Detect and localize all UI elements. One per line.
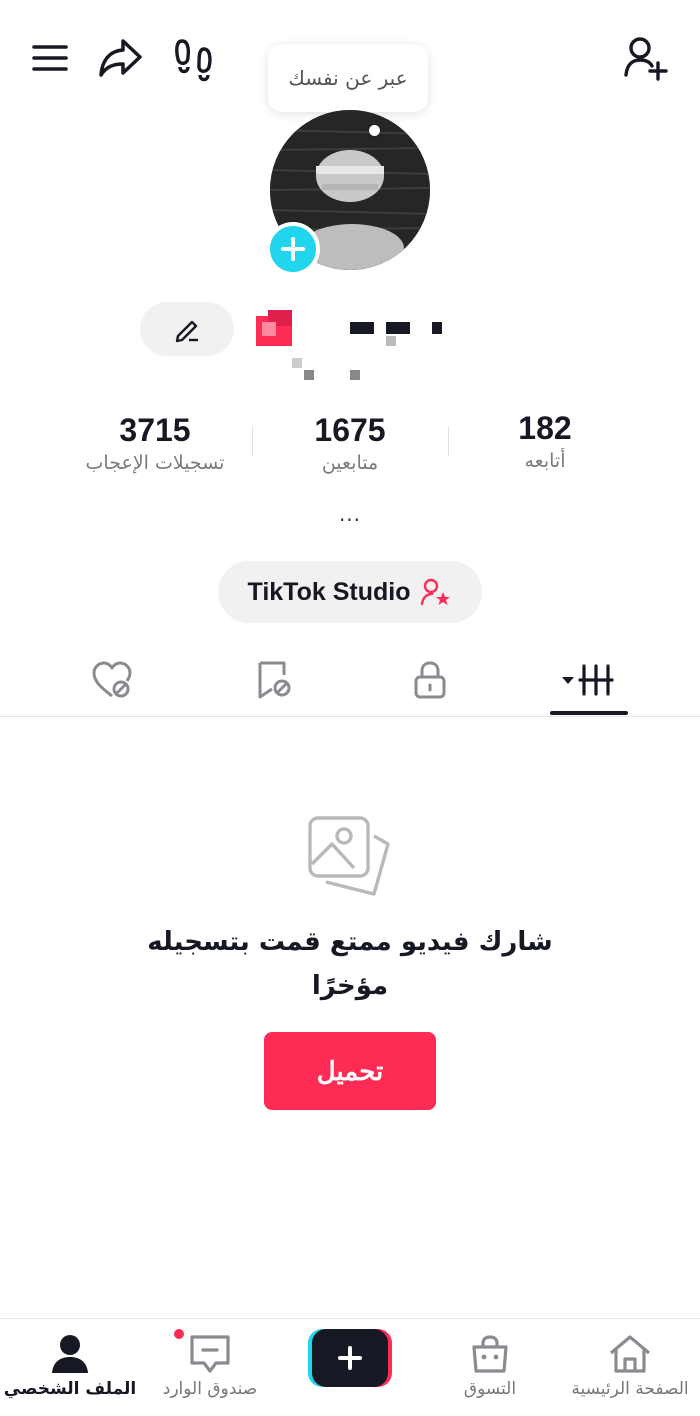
menu-icon[interactable] [26,34,74,82]
nav-home[interactable]: الصفحة الرئيسية [560,1319,700,1416]
tiktok-studio-label: TikTok Studio [247,577,411,606]
edit-profile-button[interactable] [140,302,234,356]
home-icon [609,1335,651,1373]
plus-icon [281,237,305,261]
share-icon[interactable] [96,34,144,82]
nav-home-label: الصفحة الرئيسية [571,1379,689,1399]
followers-stat[interactable]: 1675 متابعين [265,412,435,474]
lock-icon [414,661,446,699]
shopping-bag-icon [472,1335,508,1373]
nav-inbox-label: صندوق الوارد [162,1379,258,1399]
bio-more[interactable]: ... [330,502,370,526]
nav-shop[interactable]: التسوق [420,1319,560,1416]
empty-state-title: شارك فيديو ممتع قمت بتسجيله مؤخرًا [147,927,553,1001]
add-friend-icon[interactable] [622,34,670,82]
tab-videos[interactable] [548,650,628,710]
creator-star-icon [421,578,451,606]
stat-divider [252,426,253,456]
nav-profile-label: الملف الشخصي [3,1379,137,1399]
followers-label: متابعين [321,452,379,474]
favorites-hidden-icon [258,661,291,699]
create-button[interactable] [308,1329,392,1387]
footprints-icon[interactable] [170,36,218,84]
stat-divider [448,426,449,456]
likes-count: 3715 [119,412,191,448]
following-stat[interactable]: 182 أتابعه [470,410,620,472]
liked-hidden-icon [92,661,132,698]
followers-count: 1675 [314,412,386,448]
nav-profile[interactable]: الملف الشخصي [0,1319,140,1416]
likes-label: تسجيلات الإعجاب [85,452,225,474]
upload-button[interactable]: تحميل [264,1032,436,1110]
tiktok-studio-button[interactable]: TikTok Studio [218,561,482,623]
following-count: 182 [518,410,572,446]
likes-stat[interactable]: 3715 تسجيلات الإعجاب [60,412,250,474]
inbox-icon [190,1335,230,1373]
bio-prompt-bubble[interactable]: عبر عن نفسك [268,44,428,112]
nav-shop-label: التسوق [463,1379,517,1399]
tab-favorites[interactable] [234,650,314,710]
add-photo-button[interactable] [266,222,320,276]
nav-inbox[interactable]: صندوق الوارد [140,1319,280,1416]
tab-liked[interactable] [72,650,152,710]
bubble-pointer [369,125,380,136]
active-tab-indicator [550,711,628,715]
bio-prompt-text: عبر عن نفسك [288,66,408,90]
videos-grid-icon [562,664,614,696]
following-label: أتابعه [524,450,566,472]
username-redacted [256,310,456,386]
profile-icon [52,1335,88,1373]
notification-dot [172,1327,186,1341]
photo-stack-icon [304,812,396,904]
tabs-divider [0,716,700,717]
bottom-navigation: الصفحة الرئيسية التسوق صندوق الوارد المل… [0,1318,700,1416]
plus-icon [338,1346,362,1370]
pencil-icon [175,320,198,343]
tab-private[interactable] [390,650,470,710]
